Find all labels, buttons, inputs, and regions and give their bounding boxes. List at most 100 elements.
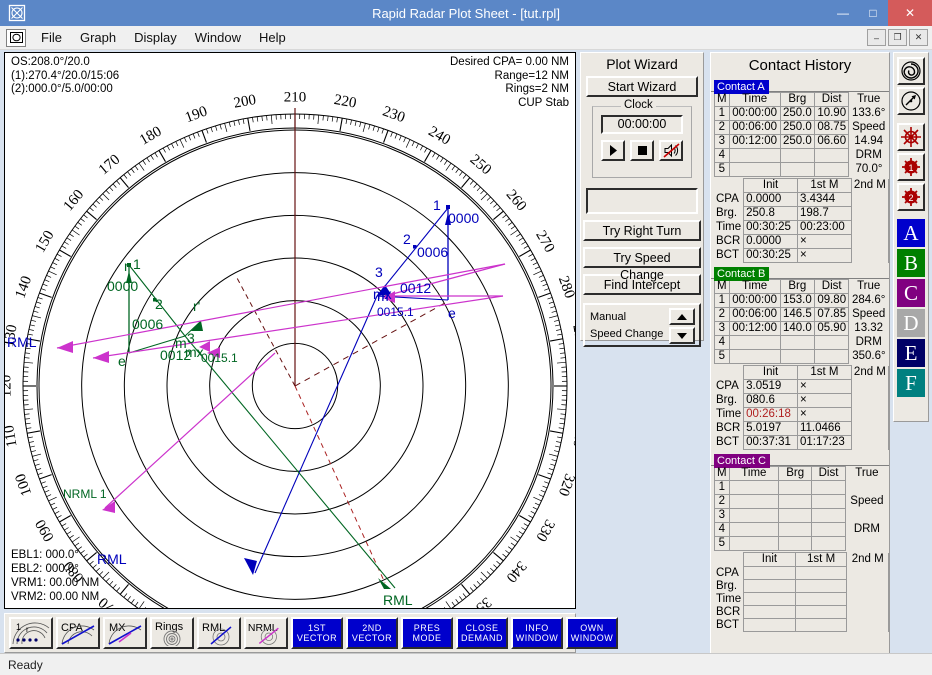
cpa-value-cell[interactable] xyxy=(851,408,888,422)
table-row[interactable]: 4DRM xyxy=(715,523,889,537)
contact-letter-button-f[interactable]: F xyxy=(897,369,925,397)
plot-cell[interactable]: 06.60 xyxy=(815,135,849,149)
plot-cell[interactable]: 2 xyxy=(715,495,730,509)
manual-speed-up-button[interactable] xyxy=(669,308,695,325)
plot-cell[interactable] xyxy=(779,481,812,495)
plot-cell[interactable] xyxy=(729,163,780,177)
plot-cell[interactable]: 1 xyxy=(715,107,730,121)
plot-cell[interactable] xyxy=(779,523,812,537)
contact-letter-button-a[interactable]: A xyxy=(897,219,925,247)
plot-cell[interactable]: 2 xyxy=(715,121,730,135)
table-row[interactable]: 200:06:00146.507.85Speed xyxy=(715,308,889,322)
ships-wheel-button[interactable] xyxy=(897,123,925,151)
cpa-value-cell[interactable] xyxy=(851,235,888,249)
cpa-value-cell[interactable] xyxy=(847,619,889,632)
plot-points-button[interactable]: 1 r xyxy=(9,617,53,649)
first-vector-button[interactable]: 1ST VECTOR xyxy=(291,617,343,649)
cpa-value-cell[interactable]: 00:23:00 xyxy=(797,221,851,235)
plot-cell[interactable] xyxy=(729,481,779,495)
cpa-value-cell[interactable]: × xyxy=(797,394,851,408)
plot-cell[interactable]: 00:12:00 xyxy=(729,322,780,336)
try-right-turn-button[interactable]: Try Right Turn xyxy=(583,220,701,241)
cpa-value-cell[interactable] xyxy=(851,380,888,394)
cpa-value-cell[interactable] xyxy=(847,593,889,606)
radar-plot-sheet[interactable]: 0000100200300400500600700800901001101201… xyxy=(4,52,576,609)
cpa-value-cell[interactable] xyxy=(795,567,847,580)
cpa-value-cell[interactable] xyxy=(847,606,889,619)
plot-cell[interactable] xyxy=(729,509,779,523)
cpa-value-cell[interactable] xyxy=(795,593,847,606)
plot-cell[interactable]: 4 xyxy=(715,336,730,350)
plot-cell[interactable]: 05.90 xyxy=(815,322,849,336)
own-window-button[interactable]: OWN WINDOW xyxy=(566,617,618,649)
plot-cell[interactable]: 07.85 xyxy=(815,308,849,322)
cpa-value-cell[interactable] xyxy=(847,567,889,580)
system-menu-icon[interactable] xyxy=(6,29,26,47)
ships-wheel-1-button[interactable]: 1 xyxy=(897,153,925,181)
plot-cell[interactable]: 146.5 xyxy=(780,308,814,322)
plot-cell[interactable]: 153.0 xyxy=(780,294,814,308)
cpa-value-cell[interactable]: 00:37:31 xyxy=(744,436,798,450)
contact-cpa-table[interactable]: Init1st M2nd MCPABrg.TimeBCRBCT xyxy=(714,552,889,632)
plot-cell[interactable] xyxy=(815,149,849,163)
contact-cpa-table[interactable]: Init1st M2nd MCPA3.0519×Brg.080.6×Time00… xyxy=(714,365,889,450)
table-row[interactable]: 4DRM xyxy=(715,336,889,350)
plot-cell[interactable]: 00:00:00 xyxy=(729,294,780,308)
plot-cell[interactable] xyxy=(729,336,780,350)
info-window-button[interactable]: INFO WINDOW xyxy=(511,617,563,649)
table-row[interactable]: 300:12:00140.005.9013.32 xyxy=(715,322,889,336)
table-row[interactable]: 5350.6° xyxy=(715,350,889,364)
table-row[interactable]: 100:00:00153.009.80284.6° xyxy=(715,294,889,308)
plot-cell[interactable] xyxy=(812,537,846,551)
maximize-button[interactable]: □ xyxy=(858,0,888,26)
contact-letter-button-e[interactable]: E xyxy=(897,339,925,367)
plot-cell[interactable]: 3 xyxy=(715,322,730,336)
plot-cell[interactable] xyxy=(729,537,779,551)
spiral-radar-button[interactable] xyxy=(897,57,925,85)
plot-cell[interactable]: 250.0 xyxy=(780,135,814,149)
cpa-value-cell[interactable]: 198.7 xyxy=(797,207,851,221)
cpa-value-cell[interactable]: × xyxy=(797,408,851,422)
plot-cell[interactable] xyxy=(780,350,814,364)
contact-tab[interactable]: Contact C xyxy=(714,454,770,468)
menu-item-help[interactable]: Help xyxy=(250,28,295,47)
cpa-value-cell[interactable]: 01:17:23 xyxy=(797,436,851,450)
clock-play-button[interactable] xyxy=(601,140,625,161)
plot-cell[interactable] xyxy=(812,509,846,523)
plot-cell[interactable]: 3 xyxy=(715,135,730,149)
cpa-value-cell[interactable]: 00:30:25 xyxy=(744,221,798,235)
cpa-value-cell[interactable] xyxy=(851,193,888,207)
plot-cell[interactable] xyxy=(815,336,849,350)
plot-cell[interactable]: 4 xyxy=(715,523,730,537)
cpa-value-cell[interactable]: × xyxy=(797,249,851,263)
try-speed-change-button[interactable]: Try Speed Change xyxy=(583,247,701,268)
cpa-value-cell[interactable] xyxy=(795,606,847,619)
plot-cell[interactable]: 10.90 xyxy=(815,107,849,121)
plot-cell[interactable] xyxy=(815,163,849,177)
plot-cell[interactable]: 2 xyxy=(715,308,730,322)
cpa-value-cell[interactable] xyxy=(744,580,796,593)
plot-cell[interactable] xyxy=(780,149,814,163)
table-row[interactable]: 100:00:00250.010.90133.6° xyxy=(715,107,889,121)
plot-cell[interactable]: 250.0 xyxy=(780,107,814,121)
plot-cell[interactable]: 5 xyxy=(715,163,730,177)
plot-cell[interactable]: 00:06:00 xyxy=(729,308,780,322)
plot-cell[interactable] xyxy=(779,495,812,509)
table-row[interactable]: 2Speed xyxy=(715,495,889,509)
cpa-value-cell[interactable] xyxy=(795,580,847,593)
contact-letter-button-c[interactable]: C xyxy=(897,279,925,307)
plot-cell[interactable]: 5 xyxy=(715,537,730,551)
cpa-value-cell[interactable]: 11.0466 xyxy=(797,422,851,436)
cpa-value-cell[interactable] xyxy=(744,619,796,632)
plot-cell[interactable] xyxy=(815,350,849,364)
cpa-value-cell[interactable]: 3.4344 xyxy=(797,193,851,207)
cpa-value-cell[interactable]: 00:30:25 xyxy=(744,249,798,263)
find-intercept-button[interactable]: Find Intercept xyxy=(583,274,701,295)
cpa-value-cell[interactable] xyxy=(851,249,888,263)
mdi-minimize-button[interactable]: – xyxy=(867,29,886,46)
cpa-value-cell[interactable] xyxy=(851,394,888,408)
close-demand-button[interactable]: CLOSE DEMAND xyxy=(456,617,508,649)
plot-cell[interactable]: 250.0 xyxy=(780,121,814,135)
contact-cpa-table[interactable]: Init1st M2nd MCPA0.00003.4344Brg.250.819… xyxy=(714,178,889,263)
mdi-close-button[interactable]: ✕ xyxy=(909,29,928,46)
